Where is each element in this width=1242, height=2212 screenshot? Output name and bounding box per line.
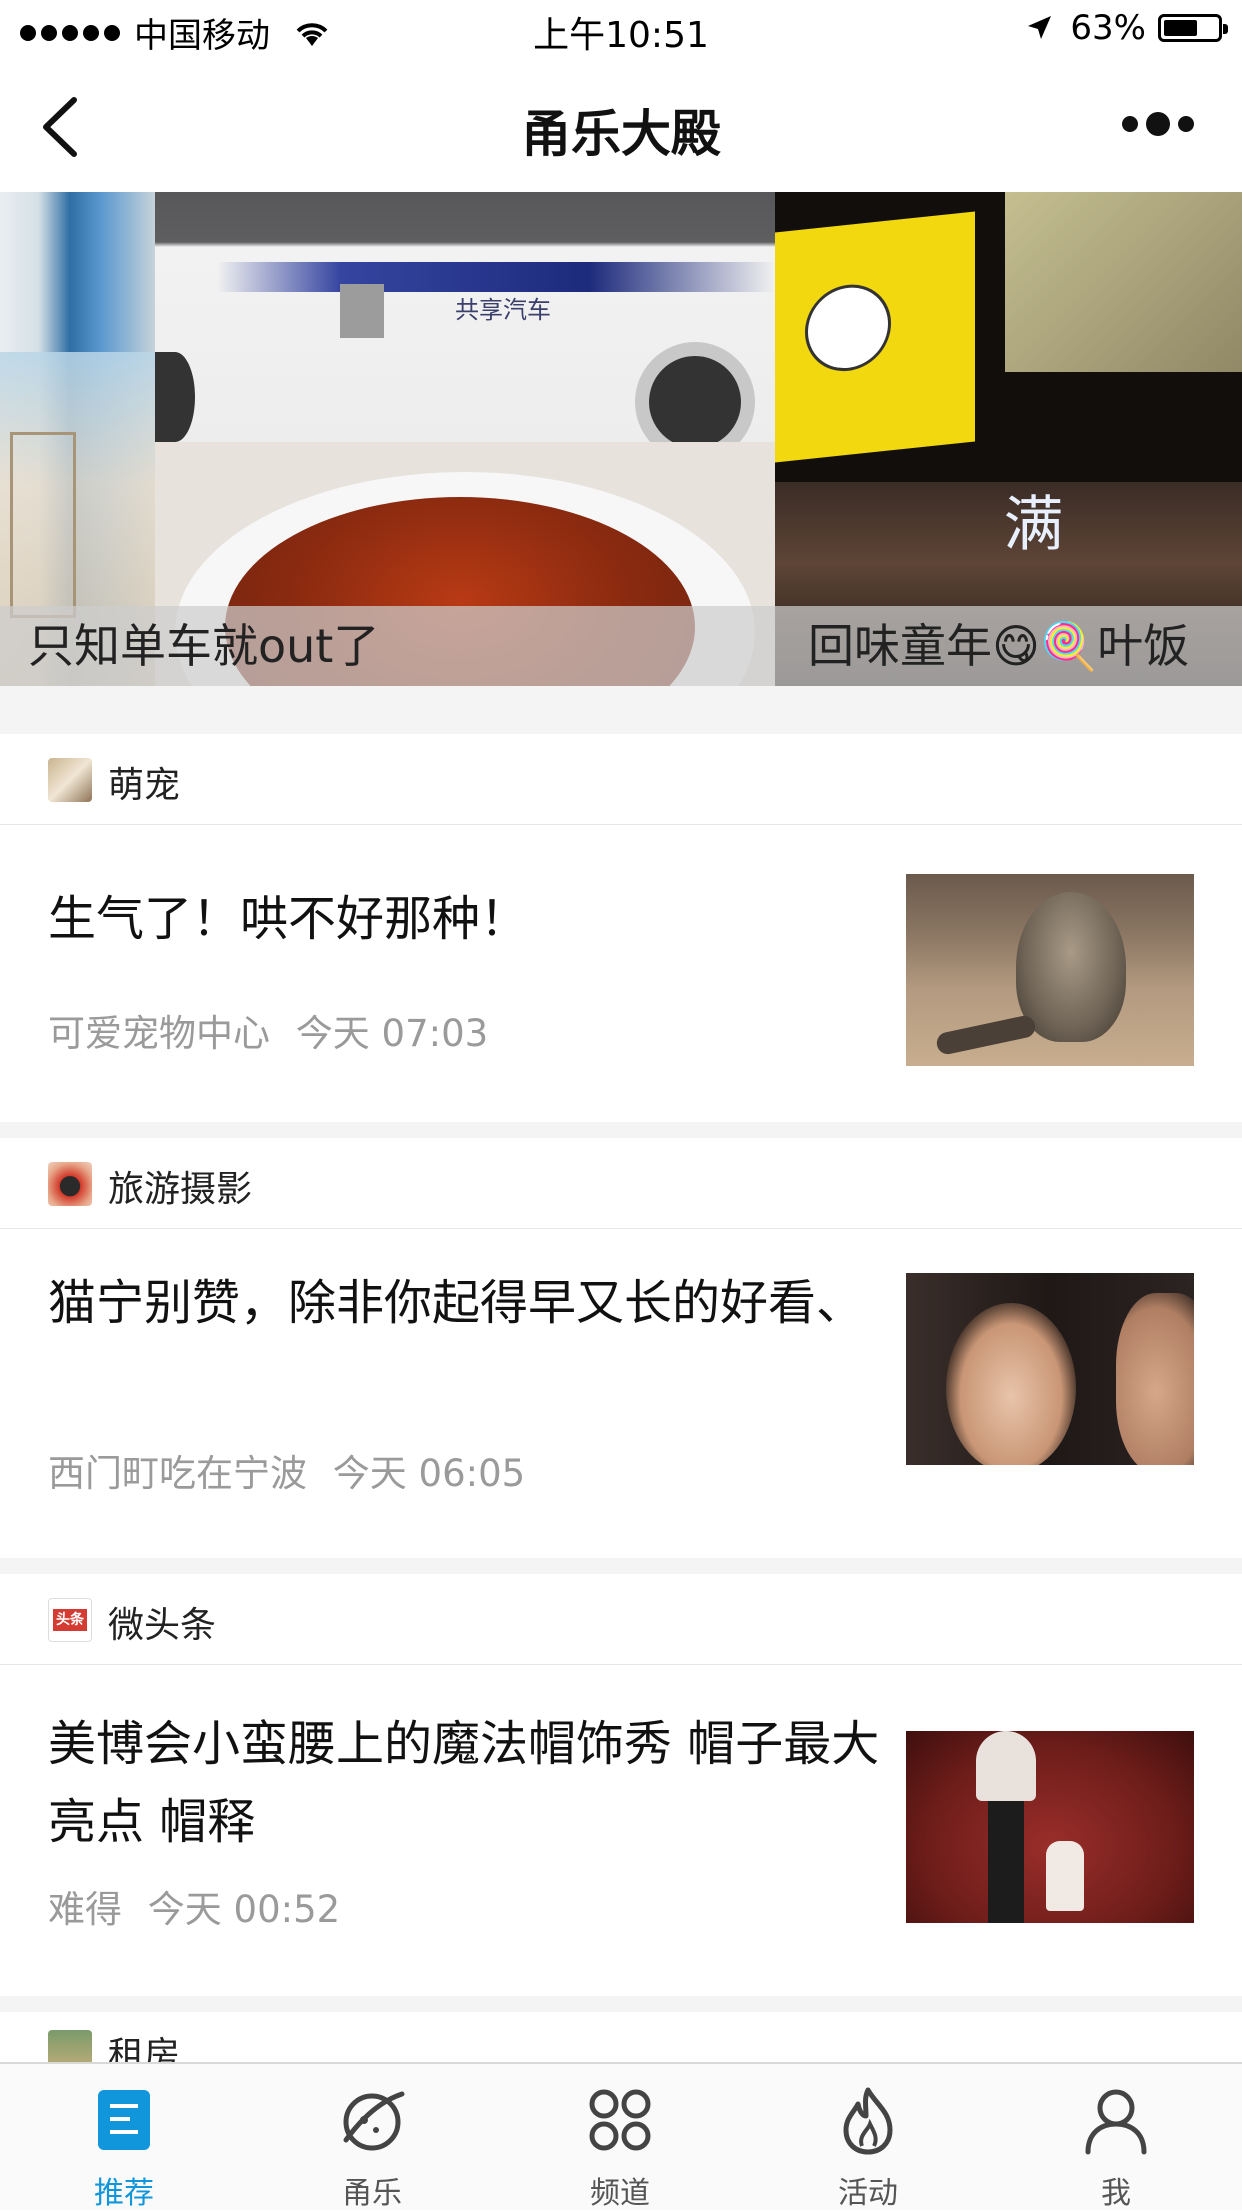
tab-label: 甬乐	[342, 2176, 402, 2211]
section-header[interactable]: 旅游摄影	[0, 1138, 1242, 1229]
article-time: 今天 06:05	[332, 1452, 526, 1495]
section-title: 微头条	[108, 1605, 217, 1646]
feed-section-headlines: 头条 微头条 美博会小蛮腰上的魔法帽饰秀 帽子最大亮点 帽释 难得 今天 00:…	[0, 1574, 1242, 1996]
section-divider	[0, 1558, 1242, 1574]
tab-label: 频道	[590, 2176, 650, 2211]
article-time: 今天 00:52	[147, 1888, 341, 1931]
article-title: 美博会小蛮腰上的魔法帽饰秀 帽子最大亮点 帽释	[48, 1716, 880, 1850]
tab-label: 我	[1101, 2176, 1131, 2211]
article-title: 生气了！哄不好那种！	[48, 891, 529, 947]
feed-section-travel: 旅游摄影 猫宁别赞，除非你起得早又长的好看、 西门町吃在宁波 今天 06:05	[0, 1138, 1242, 1558]
banner-caption-2: 回味童年😋🍭叶饭	[808, 619, 1190, 673]
nav-bar: 甬乐大殿	[0, 62, 1242, 192]
article-meta: 西门町吃在宁波 今天 06:05	[48, 1443, 525, 1497]
tab-channels[interactable]: 频道	[496, 2064, 744, 2211]
article-source: 难得	[48, 1888, 122, 1931]
tab-label: 活动	[838, 2176, 898, 2211]
section-divider	[0, 1996, 1242, 2012]
article-source: 可爱宠物中心	[48, 1012, 270, 1055]
location-arrow-icon	[1028, 16, 1052, 39]
car-image: 共享汽车	[155, 192, 775, 462]
grid-four-icon	[589, 2089, 651, 2151]
pet-avatar-icon	[48, 758, 92, 802]
article-title: 猫宁别赞，除非你起得早又长的好看、	[48, 1275, 865, 1331]
article-meta: 可爱宠物中心 今天 07:03	[48, 1003, 488, 1057]
battery-percent: 63%	[1070, 8, 1146, 48]
battery-icon	[1158, 14, 1228, 42]
article-thumbnail-cat[interactable]	[906, 874, 1194, 1066]
article-meta: 难得 今天 00:52	[48, 1879, 340, 1933]
article-thumbnail-fashion[interactable]	[906, 1731, 1194, 1923]
feed-section-rental: 租房	[0, 2012, 1242, 2062]
section-divider	[0, 686, 1242, 734]
flame-icon	[843, 2087, 893, 2155]
tab-yongle[interactable]: 甬乐	[248, 2064, 496, 2211]
banner-caption-1: 只知单车就out了	[28, 619, 380, 673]
house-avatar-icon	[48, 2030, 92, 2062]
tab-activities[interactable]: 活动	[744, 2064, 992, 2211]
section-header[interactable]: 萌宠	[0, 734, 1242, 825]
page-title: 甬乐大殿	[521, 105, 721, 163]
article-thumbnail-movie[interactable]	[906, 1273, 1194, 1465]
chef-sign-image	[775, 211, 975, 463]
section-title: 旅游摄影	[108, 1169, 253, 1210]
list-doc-icon	[98, 2090, 150, 2150]
tab-me[interactable]: 我	[992, 2064, 1242, 2211]
section-header[interactable]: 租房	[0, 2012, 1242, 2062]
feed-section-pets: 萌宠 生气了！哄不好那种！ 可爱宠物中心 今天 07:03	[0, 734, 1242, 1122]
status-bar: 中国移动 上午10:51 63%	[0, 0, 1242, 62]
banner-carousel[interactable]: 共享汽车 满 只知单车就out了 回味童年😋🍭叶饭	[0, 192, 1242, 686]
tab-recommend[interactable]: 推荐	[0, 2064, 248, 2211]
user-icon	[1085, 2089, 1147, 2155]
section-title: 萌宠	[108, 765, 181, 806]
section-header[interactable]: 头条 微头条	[0, 1574, 1242, 1665]
planet-icon	[343, 2091, 405, 2151]
tab-bar: 推荐 甬乐 频道 活动 我	[0, 2062, 1242, 2211]
section-title: 租房	[108, 2035, 181, 2062]
battery-info: 63%	[1024, 8, 1228, 48]
more-dots-icon[interactable]	[1122, 112, 1194, 136]
camera-avatar-icon	[48, 1162, 92, 1206]
toutiao-logo-text: 头条	[53, 1609, 87, 1631]
toutiao-logo-icon: 头条	[48, 1598, 92, 1642]
article-time: 今天 07:03	[295, 1012, 489, 1055]
tab-label: 推荐	[94, 2176, 154, 2211]
article-source: 西门町吃在宁波	[48, 1452, 307, 1495]
section-divider	[0, 1122, 1242, 1138]
